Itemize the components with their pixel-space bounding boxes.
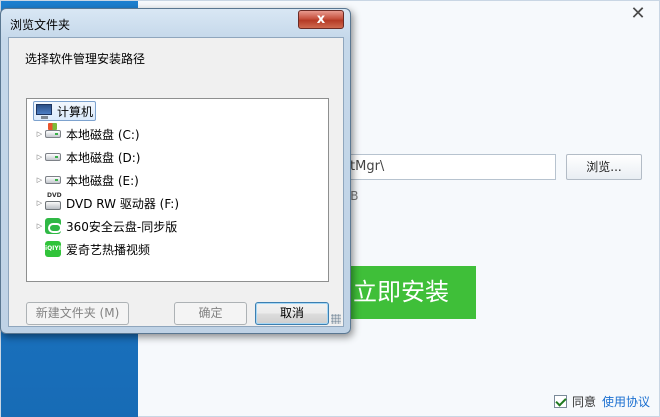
tree-node-label: 360安全云盘-同步版	[66, 219, 178, 234]
agree-label: 同意	[572, 394, 597, 409]
computer-icon	[36, 104, 52, 119]
tree-node-computer[interactable]: 计算机	[36, 101, 93, 121]
tree-node-dvd-f[interactable]: ▷ DVD RW 驱动器 (F:)	[35, 192, 180, 213]
tree-node-drive-e[interactable]: ▷ 本地磁盘 (E:)	[35, 170, 139, 190]
windows-drive-icon	[45, 123, 61, 138]
tree-node-drive-c[interactable]: ▷ 本地磁盘 (C:)	[35, 123, 140, 144]
agreement-link[interactable]: 使用协议	[602, 393, 650, 410]
tree-node-label: 爱奇艺热播视频	[66, 242, 151, 257]
hard-drive-icon	[45, 176, 61, 184]
resize-grip-icon[interactable]	[331, 314, 341, 324]
tree-node-label: 本地磁盘 (C:)	[66, 127, 140, 142]
expand-arrow-icon[interactable]: ▷	[35, 130, 44, 138]
dialog-prompt: 选择软件管理安装路径	[25, 52, 146, 66]
browse-folder-dialog: 浏览文件夹 x 选择软件管理安装路径 计算机 ▷ 本地磁盘 (C:) ▷ 本地磁…	[0, 8, 351, 334]
dialog-client-area: 选择软件管理安装路径 计算机 ▷ 本地磁盘 (C:) ▷ 本地磁盘 (D:) ▷…	[8, 37, 344, 327]
tree-node-label: DVD RW 驱动器 (F:)	[66, 196, 180, 211]
browse-button[interactable]: 浏览...	[566, 154, 642, 180]
expand-arrow-icon[interactable]: ▷	[35, 222, 44, 230]
expand-arrow-icon[interactable]: ▷	[35, 199, 44, 207]
tree-node-label: 本地磁盘 (E:)	[66, 173, 139, 188]
ok-button[interactable]: 确定	[174, 302, 247, 325]
tree-node-360-cloud[interactable]: ▷ 360安全云盘-同步版	[35, 216, 177, 236]
cloud-drive-icon	[45, 218, 62, 234]
dialog-close-button[interactable]: x	[298, 10, 344, 29]
install-path-value: tMgr\	[350, 159, 385, 174]
iqiyi-icon: iQIYI	[45, 241, 61, 257]
tree-node-iqiyi[interactable]: iQIYI 爱奇艺热播视频	[45, 239, 150, 259]
install-path-input[interactable]: tMgr\	[341, 154, 556, 180]
installer-close-icon[interactable]: ✕	[627, 5, 649, 25]
hard-drive-icon	[45, 153, 61, 161]
dvd-drive-icon	[45, 192, 62, 210]
folder-tree: 计算机 ▷ 本地磁盘 (C:) ▷ 本地磁盘 (D:) ▷ 本地磁盘 (E:) …	[26, 98, 329, 282]
expand-arrow-icon[interactable]: ▷	[35, 153, 44, 161]
agreement-row: 同意 使用协议	[554, 392, 650, 410]
tree-node-label: 计算机	[57, 104, 94, 119]
new-folder-button[interactable]: 新建文件夹 (M)	[26, 302, 129, 325]
agree-checkbox[interactable]	[554, 394, 567, 408]
expand-arrow-icon[interactable]: ▷	[35, 176, 44, 184]
tree-node-drive-d[interactable]: ▷ 本地磁盘 (D:)	[35, 147, 141, 167]
install-now-button[interactable]: 立即安装	[341, 266, 476, 319]
tree-node-label: 本地磁盘 (D:)	[66, 150, 141, 165]
dialog-title: 浏览文件夹	[10, 18, 71, 32]
cancel-button[interactable]: 取消	[255, 302, 329, 325]
